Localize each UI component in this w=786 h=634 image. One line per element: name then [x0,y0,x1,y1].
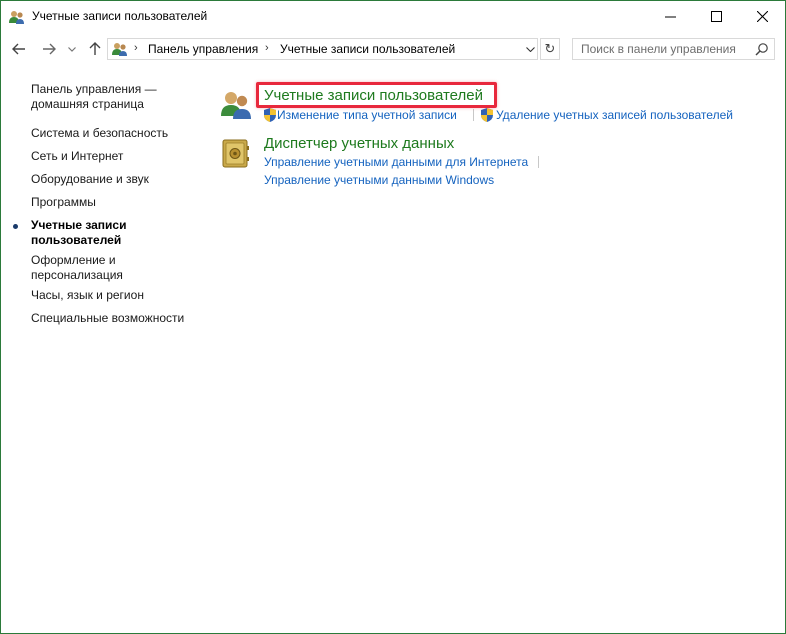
sidebar-item-user-accounts[interactable]: Учетные записи пользователей [31,218,196,248]
close-button[interactable] [739,1,785,31]
control-panel-window: Учетные записи пользователей › Панель уп… [0,0,786,634]
sidebar-item-programs[interactable]: Программы [31,195,196,210]
sidebar: Панель управления — домашняя страница Си… [1,66,201,626]
uac-shield-icon [264,108,276,122]
search-box[interactable] [572,38,775,60]
manage-windows-credentials-link[interactable]: Управление учетными данными Windows [264,173,494,187]
sidebar-item-system-security[interactable]: Система и безопасность [31,126,196,141]
chevron-down-icon [525,46,535,52]
sidebar-item-label: Сеть и Интернет [31,149,124,163]
link-divider [538,156,539,168]
sidebar-item-hardware-sound[interactable]: Оборудование и звук [31,172,196,187]
chevron-down-icon [68,46,76,52]
sidebar-item-label: домашняя страница [31,97,144,111]
forward-button[interactable] [39,39,59,59]
credential-manager-title-link[interactable]: Диспетчер учетных данных [264,135,454,152]
title-bar: Учетные записи пользователей [1,1,785,32]
change-account-type-link[interactable]: Изменение типа учетной записи [277,108,457,122]
active-item-bullet [13,224,18,229]
users-icon[interactable] [220,88,252,120]
sidebar-item-accessibility[interactable]: Специальные возможности [31,311,196,326]
uac-shield-icon [481,108,493,122]
recent-locations-button[interactable] [65,39,79,59]
maximize-icon [710,10,722,22]
sidebar-item-label: пользователей [31,233,122,247]
back-button[interactable] [9,39,29,59]
window-title: Учетные записи пользователей [32,9,208,23]
refresh-button[interactable]: ↻ [540,38,560,60]
navigation-bar: › Панель управления › Учетные записи пол… [1,32,785,66]
sidebar-item-appearance[interactable]: Оформление и персонализация [31,253,196,283]
breadcrumb-separator[interactable]: › [265,42,269,54]
search-input[interactable] [573,39,753,59]
breadcrumb-user-accounts[interactable]: Учетные записи пользователей [280,42,455,56]
sidebar-item-network[interactable]: Сеть и Интернет [31,149,196,164]
sidebar-item-label: Программы [31,195,96,209]
vault-icon[interactable] [220,138,252,170]
remove-user-accounts-link[interactable]: Удаление учетных записей пользователей [496,108,733,122]
sidebar-item-label: Система и безопасность [31,126,169,140]
breadcrumb-control-panel[interactable]: Панель управления [148,42,258,56]
sidebar-item-label: Учетные записи [31,218,127,232]
sidebar-item-label: персонализация [31,268,123,282]
arrow-up-icon [89,42,101,55]
sidebar-item-label: Часы, язык и регион [31,288,144,302]
maximize-button[interactable] [693,1,739,31]
up-button[interactable] [85,39,105,59]
address-bar[interactable]: › Панель управления › Учетные записи пол… [107,38,538,60]
sidebar-item-label: Специальные возможности [31,311,185,325]
arrow-right-icon [43,43,56,55]
refresh-icon: ↻ [544,41,556,56]
users-icon [9,11,24,24]
close-icon [756,10,768,22]
sidebar-item-label: Оформление и [31,253,116,267]
arrow-left-icon [12,43,25,55]
sidebar-item-home[interactable]: Панель управления — домашняя страница [31,82,196,112]
sidebar-item-clock-region[interactable]: Часы, язык и регион [31,288,196,303]
sidebar-item-label: Панель управления — [31,82,157,96]
breadcrumb-separator[interactable]: › [134,42,138,54]
user-accounts-title-link[interactable]: Учетные записи пользователей [264,87,483,104]
users-icon [112,43,127,56]
minimize-icon [664,16,676,17]
search-icon [755,43,768,56]
address-dropdown-button[interactable] [522,39,538,59]
link-divider [473,109,474,121]
sidebar-item-label: Оборудование и звук [31,172,149,186]
manage-web-credentials-link[interactable]: Управление учетными данными для Интернет… [264,155,528,169]
minimize-button[interactable] [647,1,693,31]
